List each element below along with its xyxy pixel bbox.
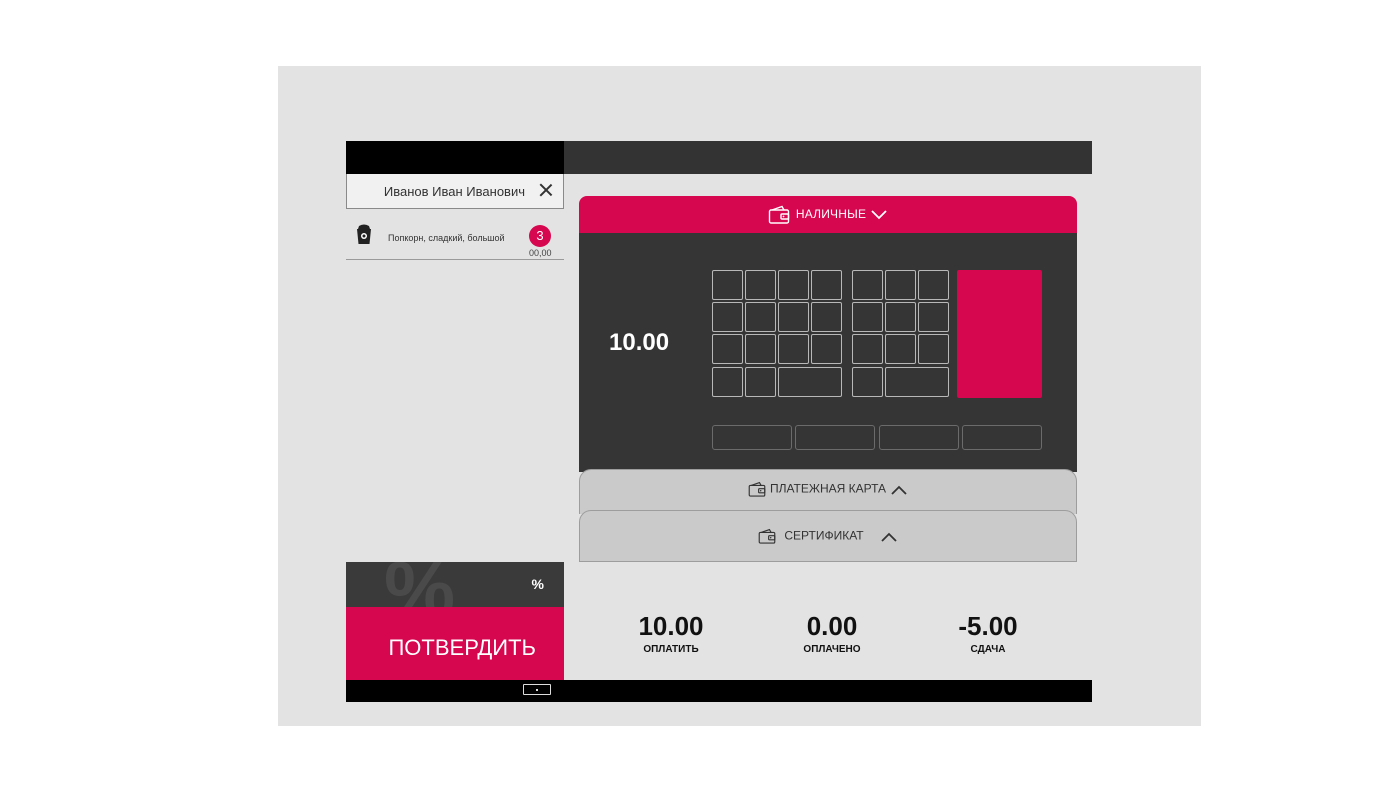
popcorn-cup-icon xyxy=(357,224,371,244)
keypad-key[interactable] xyxy=(811,302,842,332)
keypad-key[interactable] xyxy=(885,302,916,332)
keypad-key[interactable] xyxy=(811,270,842,300)
total-to-pay: 10.00 ОПЛАТИТЬ xyxy=(611,611,731,655)
quick-amount-button[interactable] xyxy=(795,425,875,450)
keypad-key[interactable] xyxy=(778,270,809,300)
payment-method-certificate[interactable]: СЕРТИФИКАТ xyxy=(579,510,1077,562)
payment-panel: НАЛИЧНЫЕ 10.00 ПЛАТЕЖНАЯ КАРТА СЕРТИФИКА… xyxy=(579,196,1077,562)
wallet-icon xyxy=(768,205,790,224)
keypad-key[interactable] xyxy=(918,302,949,332)
method-label: ПЛАТЕЖНАЯ КАРТА xyxy=(769,481,887,496)
order-item-label: Попкорн, сладкий, большой xyxy=(388,233,505,243)
customer-field[interactable]: Иванов Иван Иванович xyxy=(346,174,564,209)
keypad-key[interactable] xyxy=(745,334,776,364)
total-paid: 0.00 ОПЛАЧЕНО xyxy=(772,611,892,655)
wallet-icon xyxy=(759,528,776,544)
chevron-up-icon xyxy=(891,485,907,495)
quantity-badge: 3 xyxy=(529,225,551,247)
confirm-button[interactable]: ПОТВЕРДИТЬ xyxy=(346,607,564,680)
order-item[interactable]: Попкорн, сладкий, большой 3 00,00 xyxy=(346,221,564,260)
keypad-key[interactable] xyxy=(745,270,776,300)
keypad-key[interactable] xyxy=(712,302,743,332)
customer-name: Иванов Иван Иванович xyxy=(383,184,525,199)
keypad-key[interactable] xyxy=(745,367,776,397)
keypad-key[interactable] xyxy=(778,334,809,364)
discount-button[interactable]: % % xyxy=(346,562,564,607)
keypad-area: 10.00 xyxy=(579,233,1077,472)
total-label: ОПЛАЧЕНО xyxy=(803,644,861,655)
wallet-icon xyxy=(748,481,766,497)
enter-key[interactable] xyxy=(957,270,1042,398)
active-method-label: НАЛИЧНЫЕ xyxy=(795,207,867,222)
close-icon[interactable] xyxy=(539,183,553,197)
top-bar-left xyxy=(346,141,564,174)
total-change: -5.00 СДАЧА xyxy=(928,611,1048,655)
top-bar-right xyxy=(564,141,1092,174)
keypad-key[interactable] xyxy=(885,270,916,300)
keypad-key[interactable] xyxy=(778,367,842,397)
percent-watermark-icon: % xyxy=(384,562,456,607)
quick-amount-button[interactable] xyxy=(962,425,1042,450)
keypad-key[interactable] xyxy=(745,302,776,332)
keypad-key[interactable] xyxy=(811,334,842,364)
keypad-key[interactable] xyxy=(712,334,743,364)
keypad-key[interactable] xyxy=(918,270,949,300)
keypad-key[interactable] xyxy=(712,367,743,397)
keypad-key[interactable] xyxy=(852,334,883,364)
payment-method-header[interactable]: НАЛИЧНЫЕ xyxy=(579,196,1077,233)
cash-drawer-icon[interactable] xyxy=(523,684,551,695)
bottom-bar xyxy=(346,680,1092,702)
total-label: СДАЧА xyxy=(970,644,1006,655)
total-value: -5.00 xyxy=(958,611,1018,641)
payment-method-card[interactable]: ПЛАТЕЖНАЯ КАРТА xyxy=(579,469,1077,514)
quick-amount-button[interactable] xyxy=(879,425,959,450)
keypad-key[interactable] xyxy=(852,270,883,300)
total-value: 0.00 xyxy=(806,611,858,641)
discount-label: % xyxy=(531,576,544,592)
keypad-key[interactable] xyxy=(918,334,949,364)
order-item-price: 00,00 xyxy=(529,248,552,258)
total-label: ОПЛАТИТЬ xyxy=(643,644,699,655)
keypad-key[interactable] xyxy=(712,270,743,300)
keypad-key[interactable] xyxy=(885,367,949,397)
chevron-down-icon xyxy=(871,210,887,220)
pos-screen: Иванов Иван Иванович Попкорн, сладкий, б… xyxy=(346,141,1092,702)
keypad-key[interactable] xyxy=(852,302,883,332)
chevron-up-icon xyxy=(880,532,897,542)
method-label: СЕРТИФИКАТ xyxy=(784,528,864,543)
quick-amount-button[interactable] xyxy=(712,425,792,450)
keypad-key[interactable] xyxy=(885,334,916,364)
keypad-key[interactable] xyxy=(778,302,809,332)
amount-display: 10.00 xyxy=(609,329,670,356)
keypad-key[interactable] xyxy=(852,367,883,397)
total-value: 10.00 xyxy=(638,611,704,641)
